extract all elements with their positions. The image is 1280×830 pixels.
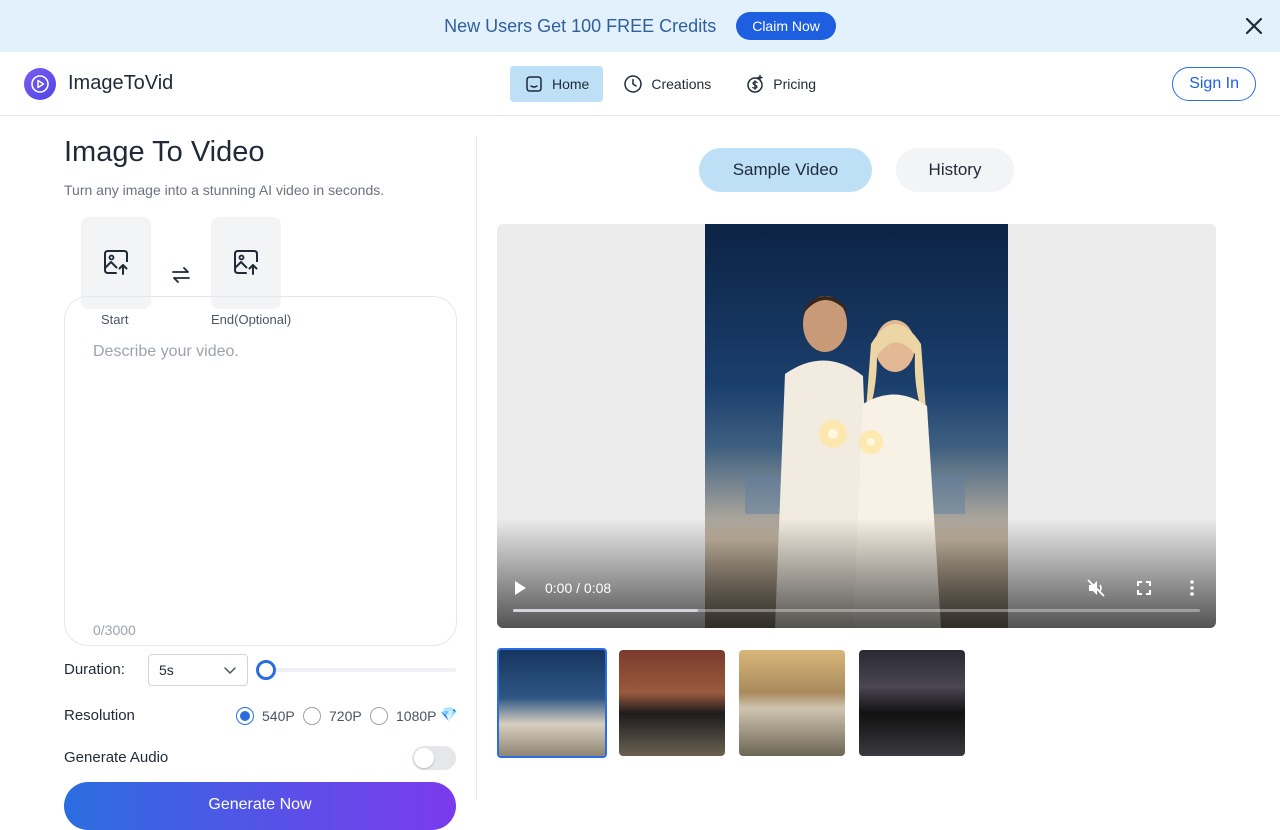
thumbnail-hooded-girl [739,650,845,756]
sample-thumbnail[interactable] [859,650,965,756]
page-subtitle: Turn any image into a stunning AI video … [64,182,385,198]
page-title: Image To Video [64,136,265,168]
radio-720p[interactable] [303,707,321,725]
video-player[interactable]: 0:00 / 0:08 [497,224,1216,628]
radio-1080p-label[interactable]: 1080P [396,708,436,724]
nav-item-home[interactable]: Home [510,66,604,102]
home-icon [526,76,542,92]
nav-home-label: Home [552,76,590,92]
duration-select[interactable]: 5s [148,654,248,686]
claim-now-button[interactable]: Claim Now [736,12,836,40]
duration-slider-handle[interactable] [256,660,276,680]
char-counter: 0/3000 [93,622,136,638]
video-time: 0:00 / 0:08 [545,580,612,596]
generate-audio-label: Generate Audio [64,749,169,766]
main-nav: Home Creations Pricing [510,66,830,102]
top-header: ImageToVid Home Creations Pricing Sign I… [0,52,1280,116]
duration-value: 5s [159,662,174,678]
sign-in-button[interactable]: Sign In [1172,67,1256,101]
prompt-textarea[interactable]: Describe your video. 0/3000 [64,296,457,646]
brand-name[interactable]: ImageToVid [68,72,173,95]
radio-540p-label[interactable]: 540P [262,708,295,724]
image-upload-icon [104,250,128,275]
nav-creations-label: Creations [651,76,712,92]
nav-pricing-label: Pricing [773,76,817,92]
image-upload-icon [234,250,258,275]
sample-thumbnail[interactable] [619,650,725,756]
promo-banner: New Users Get 100 FREE Credits Claim Now [0,0,1280,52]
logo-icon[interactable] [24,68,56,100]
video-controls: 0:00 / 0:08 [497,518,1216,628]
banner-text: New Users Get 100 FREE Credits [444,15,717,36]
duration-label: Duration: [64,661,125,678]
generate-audio-toggle[interactable] [412,746,456,770]
clock-icon [624,75,643,93]
chevron-down-icon [224,667,236,674]
radio-720p-label[interactable]: 720P [329,708,362,724]
sample-thumbnail[interactable] [739,650,845,756]
thumbnail-couple-beach [499,650,605,756]
resolution-label: Resolution [64,707,135,724]
sample-thumbnail[interactable] [497,648,607,758]
radio-540p[interactable] [236,707,254,725]
nav-item-pricing[interactable]: Pricing [731,66,830,102]
close-icon[interactable] [1242,14,1266,38]
thumbnail-black-dress [859,650,965,756]
fullscreen-icon[interactable] [1134,578,1154,598]
diamond-icon: 💎 [440,706,458,722]
video-progress-fill [513,609,699,612]
prompt-placeholder: Describe your video. [93,343,239,360]
radio-1080p[interactable] [370,707,388,725]
dollar-icon [747,74,764,93]
thumbnail-graduate [619,650,725,756]
swap-icon[interactable] [170,264,192,286]
generate-button[interactable]: Generate Now [64,782,456,830]
video-progress-bar[interactable] [513,609,1200,612]
panel-divider [476,136,477,800]
more-options-icon[interactable] [1182,578,1202,598]
mute-icon[interactable] [1086,578,1106,598]
tab-sample-video[interactable]: Sample Video [699,148,872,192]
nav-item-creations[interactable]: Creations [609,66,725,102]
duration-slider-track[interactable] [266,668,456,672]
tab-history[interactable]: History [896,148,1014,192]
play-icon[interactable] [513,580,527,596]
